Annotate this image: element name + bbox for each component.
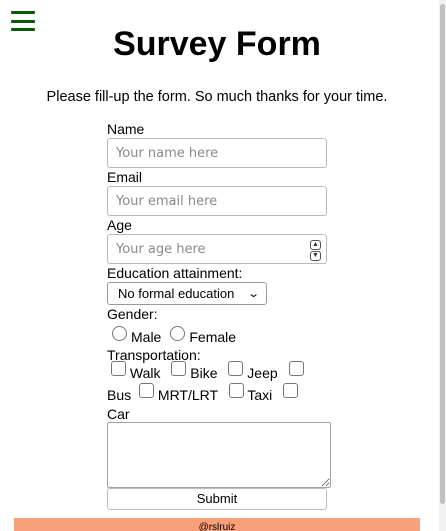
page-title: Survey Form — [113, 25, 321, 63]
car-option-label: Car — [107, 406, 130, 422]
education-label: Education attainment: — [107, 265, 243, 281]
footer: @rslruiz — [14, 518, 420, 531]
bus-checkbox[interactable] — [288, 360, 304, 376]
bus-option-label: Bus — [107, 387, 132, 403]
scrollbar-thumb[interactable] — [440, 4, 445, 504]
footer-credit: @rslruiz — [198, 522, 236, 531]
age-stepper[interactable]: ▲ ▼ — [310, 240, 321, 261]
male-option-label: Male — [131, 329, 162, 345]
menu-bar — [11, 11, 35, 14]
menu-bar — [11, 19, 35, 23]
taxi-checkbox[interactable] — [228, 382, 244, 398]
chevron-down-icon: ⌄ — [246, 287, 260, 300]
mrt-lrt-option-label: MRT/LRT — [157, 387, 218, 403]
name-input[interactable] — [107, 138, 327, 168]
taxi-option-label: Taxi — [247, 387, 273, 403]
education-select[interactable]: No formal education ⌄ — [107, 282, 267, 305]
car-checkbox[interactable] — [283, 382, 299, 398]
name-label: Name — [107, 121, 145, 137]
female-option-label: Female — [189, 329, 237, 345]
gender-options: Male Female — [107, 324, 337, 346]
gender-label: Gender: — [107, 306, 158, 322]
education-selected-value: No formal education — [118, 285, 235, 301]
jeep-checkbox[interactable] — [228, 360, 244, 376]
walk-checkbox[interactable] — [111, 360, 126, 376]
age-field: ▲ ▼ — [107, 234, 327, 264]
transportation-options: Walk Bike Jeep Bus MRT/LRT Taxi Car — [107, 360, 337, 422]
survey-form: Name Email Age ▲ ▼ Education attainment:… — [107, 120, 337, 510]
stepper-up-icon[interactable]: ▲ — [310, 240, 321, 250]
walk-option-label: Walk — [129, 365, 161, 381]
bike-checkbox[interactable] — [171, 360, 187, 376]
age-label: Age — [107, 217, 132, 233]
jeep-option-label: Jeep — [247, 365, 278, 381]
email-label: Email — [107, 169, 143, 185]
email-input[interactable] — [107, 186, 327, 216]
male-radio[interactable] — [112, 325, 127, 341]
bike-option-label: Bike — [190, 365, 218, 381]
intro-text: Please fill-up the form. So much thanks … — [46, 89, 388, 105]
submit-button[interactable]: Submit — [107, 488, 327, 510]
mrt-lrt-checkbox[interactable] — [139, 382, 155, 398]
comments-textarea[interactable] — [107, 422, 331, 488]
stepper-down-icon[interactable]: ▼ — [310, 251, 321, 261]
vertical-scrollbar[interactable] — [439, 0, 446, 531]
age-input[interactable] — [107, 234, 327, 264]
female-radio[interactable] — [170, 325, 186, 341]
